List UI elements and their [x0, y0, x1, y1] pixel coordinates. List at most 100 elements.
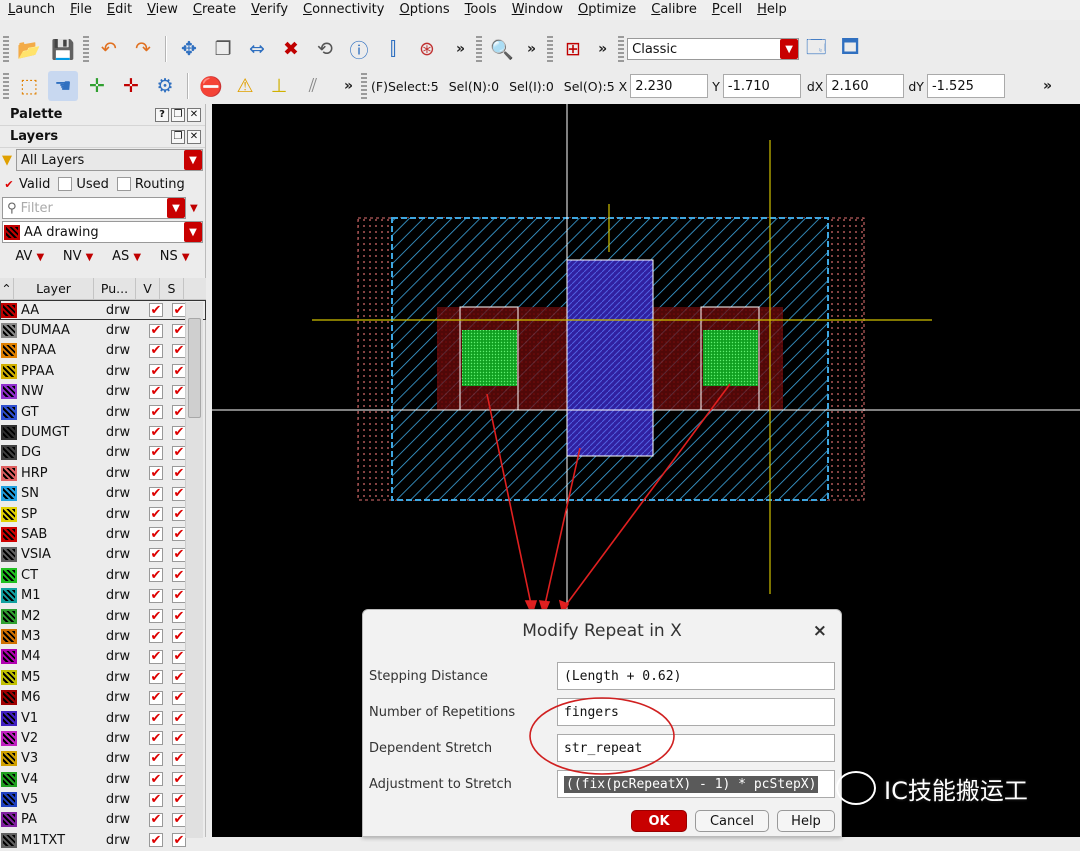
toolbar-grip[interactable]: [547, 36, 554, 62]
close-icon[interactable]: ✕: [187, 129, 201, 144]
coord-dx-field[interactable]: 2.160: [826, 74, 905, 98]
layer-row[interactable]: HRP drw ✔ ✔: [0, 463, 206, 483]
menu-view[interactable]: View: [139, 0, 185, 20]
visible-checkbox[interactable]: ✔: [149, 792, 163, 807]
visible-checkbox[interactable]: ✔: [149, 568, 163, 583]
menu-options[interactable]: Options: [391, 0, 456, 20]
undo-redo-icon[interactable]: ⟲: [310, 34, 340, 64]
visible-checkbox[interactable]: ✔: [149, 323, 163, 338]
visible-checkbox[interactable]: ✔: [149, 364, 163, 379]
layer-row[interactable]: GT drw ✔ ✔: [0, 402, 206, 422]
layer-row[interactable]: V5 drw ✔ ✔: [0, 789, 206, 809]
chevron-down-icon[interactable]: ▼: [167, 198, 185, 218]
stretch-icon[interactable]: ⇔: [242, 34, 272, 64]
toolbar-more-icon[interactable]: »: [1043, 78, 1052, 94]
layer-row[interactable]: M1TXT drw ✔ ✔: [0, 830, 206, 850]
selectable-checkbox[interactable]: ✔: [172, 343, 186, 358]
visible-checkbox[interactable]: ✔: [149, 343, 163, 358]
current-layer-select[interactable]: AA drawing ▼: [2, 221, 203, 243]
visible-checkbox[interactable]: ✔: [149, 547, 163, 562]
selectable-checkbox[interactable]: ✔: [172, 364, 186, 379]
toolbar-grip[interactable]: [476, 36, 483, 62]
layer-row[interactable]: V4 drw ✔ ✔: [0, 769, 206, 789]
move-icon[interactable]: ✥: [174, 34, 204, 64]
chevron-down-icon[interactable]: ▼: [780, 39, 799, 59]
layer-filter-select[interactable]: ▼ All Layers ▼: [0, 148, 205, 172]
routing-checkbox[interactable]: [116, 177, 131, 191]
layer-row[interactable]: M5 drw ✔ ✔: [0, 667, 206, 687]
visible-checkbox[interactable]: ✔: [149, 507, 163, 522]
selectable-checkbox[interactable]: ✔: [172, 629, 186, 644]
help-button[interactable]: Help: [777, 810, 835, 832]
visible-checkbox[interactable]: ✔: [149, 486, 163, 501]
toolbar-grip[interactable]: [3, 73, 9, 99]
selectable-checkbox[interactable]: ✔: [172, 649, 186, 664]
chevron-down-icon[interactable]: ▼: [184, 150, 202, 170]
sort-icon[interactable]: ⌃: [0, 277, 14, 300]
menu-tools[interactable]: Tools: [457, 0, 504, 20]
visible-checkbox[interactable]: ✔: [149, 405, 163, 420]
coord-y-field[interactable]: -1.710: [722, 74, 801, 98]
layer-row[interactable]: VSIA drw ✔ ✔: [0, 545, 206, 565]
as-button[interactable]: AS ▼: [112, 249, 141, 264]
selectable-checkbox[interactable]: ✔: [172, 711, 186, 726]
scrollbar-thumb[interactable]: [188, 318, 201, 418]
selectable-checkbox[interactable]: ✔: [172, 772, 186, 787]
toolbar-grip[interactable]: [361, 73, 368, 99]
toolbar-more-icon[interactable]: »: [527, 41, 536, 57]
used-checkbox[interactable]: [58, 177, 73, 191]
column-purpose[interactable]: Pu...: [94, 277, 136, 300]
visible-checkbox[interactable]: ✔: [149, 670, 163, 685]
visible-checkbox[interactable]: ✔: [149, 833, 163, 848]
visible-checkbox[interactable]: ✔: [149, 588, 163, 603]
properties-icon[interactable]: ⓘ: [344, 34, 374, 64]
layer-row[interactable]: NW drw ✔ ✔: [0, 382, 206, 402]
nv-button[interactable]: NV ▼: [63, 249, 93, 264]
column-selectable[interactable]: S: [160, 277, 184, 300]
selectable-checkbox[interactable]: ✔: [172, 466, 186, 481]
selectable-checkbox[interactable]: ✔: [172, 547, 186, 562]
visible-checkbox[interactable]: ✔: [149, 812, 163, 827]
selectable-checkbox[interactable]: ✔: [172, 792, 186, 807]
zoom-icon[interactable]: 🔍: [487, 34, 517, 64]
layer-row[interactable]: M6 drw ✔ ✔: [0, 687, 206, 707]
select-mode-icon[interactable]: ⬚: [14, 71, 44, 101]
selectable-checkbox[interactable]: ✔: [172, 384, 186, 399]
menu-calibre[interactable]: Calibre: [643, 0, 704, 20]
visible-checkbox[interactable]: ✔: [149, 731, 163, 746]
menu-pcell[interactable]: Pcell: [704, 0, 749, 20]
selectable-checkbox[interactable]: ✔: [172, 568, 186, 583]
snap-icon[interactable]: ⚙: [150, 71, 180, 101]
selectable-checkbox[interactable]: ✔: [172, 690, 186, 705]
layer-row[interactable]: DUMGT drw ✔ ✔: [0, 422, 206, 442]
copy-icon[interactable]: ❐: [208, 34, 238, 64]
selectable-checkbox[interactable]: ✔: [172, 812, 186, 827]
column-visible[interactable]: V: [136, 277, 160, 300]
menu-help[interactable]: Help: [749, 0, 794, 20]
column-layer[interactable]: Layer: [14, 277, 94, 300]
toolbar-grip[interactable]: [3, 36, 9, 62]
visible-checkbox[interactable]: ✔: [149, 629, 163, 644]
coord-dy-field[interactable]: -1.525: [926, 74, 1005, 98]
layer-row[interactable]: DUMAA drw ✔ ✔: [0, 320, 206, 340]
layer-row[interactable]: V2 drw ✔ ✔: [0, 728, 206, 748]
visible-checkbox[interactable]: ✔: [149, 384, 163, 399]
selectable-checkbox[interactable]: ✔: [172, 833, 186, 848]
layer-row[interactable]: V3 drw ✔ ✔: [0, 749, 206, 769]
menu-window[interactable]: Window: [504, 0, 570, 20]
selectable-checkbox[interactable]: ✔: [172, 323, 186, 338]
visible-checkbox[interactable]: ✔: [149, 711, 163, 726]
add-instance-icon[interactable]: ⊞: [558, 34, 588, 64]
menu-create[interactable]: Create: [185, 0, 243, 20]
selectable-checkbox[interactable]: ✔: [172, 588, 186, 603]
layer-scrollbar[interactable]: [185, 302, 203, 838]
float-icon[interactable]: ❐: [171, 107, 185, 122]
visible-checkbox[interactable]: ✔: [149, 445, 163, 460]
layer-row[interactable]: PPAA drw ✔ ✔: [0, 361, 206, 381]
ns-button[interactable]: NS ▼: [160, 249, 190, 264]
layer-row[interactable]: SP drw ✔ ✔: [0, 504, 206, 524]
visible-checkbox[interactable]: ✔: [149, 649, 163, 664]
float-icon[interactable]: ❐: [171, 129, 185, 144]
coord-x-field[interactable]: 2.230: [630, 74, 709, 98]
menu-connectivity[interactable]: Connectivity: [295, 0, 391, 20]
